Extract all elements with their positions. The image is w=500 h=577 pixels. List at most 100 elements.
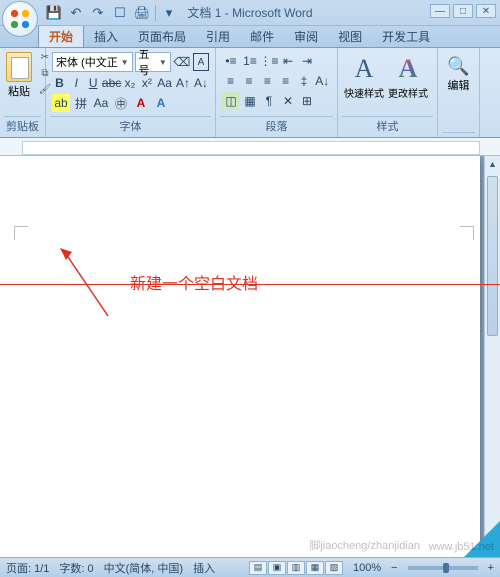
view-print-layout-button[interactable]: ▤ — [249, 561, 267, 575]
status-mode[interactable]: 插入 — [193, 560, 215, 576]
font-size-combo[interactable]: 五号▼ — [135, 52, 171, 72]
highlight-button[interactable]: ab — [52, 94, 70, 112]
qat-redo-icon[interactable]: ↷ — [89, 4, 107, 22]
tab-developer[interactable]: 开发工具 — [372, 25, 440, 47]
quick-styles-icon: A — [355, 54, 374, 84]
maximize-button[interactable]: □ — [453, 4, 473, 18]
styles-group-label: 样式 — [342, 116, 433, 135]
group-paragraph: •≡ 1≡ ⋮≡ ⇤ ⇥ ≡ ≡ ≡ ≡ ‡ A↓ ◫ ▦ ¶ ✕ ⊞ — [216, 48, 338, 137]
enclosed-char-button[interactable]: ㊥ — [112, 94, 130, 112]
quick-styles-label: 快速样式 — [344, 85, 384, 100]
underline-button[interactable]: U — [86, 74, 101, 92]
sort-button[interactable]: A↓ — [314, 72, 331, 90]
watermark-text-2: 脚jiaocheng/zhanjidian — [309, 537, 420, 553]
annotation-text: 新建一个空白文档 — [130, 270, 258, 294]
zoom-slider[interactable] — [408, 566, 478, 570]
line-spacing-button[interactable]: ‡ — [295, 72, 312, 90]
font-group-label: 字体 — [50, 116, 211, 135]
paste-button[interactable]: 粘贴 — [4, 50, 34, 101]
paragraph-group-label: 段落 — [220, 116, 333, 135]
group-clipboard: 粘贴 ✂ ⧉ 🖌 剪贴板 — [0, 48, 46, 137]
superscript-button[interactable]: x² — [139, 74, 154, 92]
page[interactable] — [0, 156, 480, 557]
tab-references[interactable]: 引用 — [196, 25, 240, 47]
editing-button[interactable]: 🔍 编辑 — [442, 50, 475, 93]
tab-mailings[interactable]: 邮件 — [240, 25, 284, 47]
zoom-in-button[interactable]: + — [488, 562, 494, 574]
status-page[interactable]: 页面: 1/1 — [6, 560, 49, 576]
decrease-indent-button[interactable]: ⇤ — [279, 52, 297, 70]
strike-button[interactable]: abc — [103, 74, 121, 92]
close-button[interactable]: ✕ — [476, 4, 496, 18]
asian-layout-button[interactable]: ✕ — [279, 92, 297, 110]
grow-font-button[interactable]: A↑ — [175, 74, 191, 92]
change-styles-icon: A — [399, 54, 418, 84]
multilevel-button[interactable]: ⋮≡ — [260, 52, 278, 70]
bullets-button[interactable]: •≡ — [222, 52, 240, 70]
minimize-button[interactable]: — — [430, 4, 450, 18]
qat-new-icon[interactable]: ☐ — [111, 4, 129, 22]
scroll-thumb[interactable] — [487, 176, 498, 336]
watermark-text: www.jb51.net — [429, 541, 494, 553]
change-styles-button[interactable]: A 更改样式 — [388, 54, 428, 100]
change-styles-label: 更改样式 — [388, 85, 428, 100]
paste-label: 粘贴 — [8, 83, 30, 99]
office-button[interactable] — [2, 1, 38, 37]
clipboard-group-label: 剪贴板 — [4, 116, 41, 135]
shrink-font-button[interactable]: A↓ — [193, 74, 209, 92]
text-effects-button[interactable]: A — [152, 94, 170, 112]
qat-undo-icon[interactable]: ↶ — [67, 4, 85, 22]
find-icon: 🔍 — [447, 56, 469, 77]
font-color-button[interactable]: A — [132, 94, 150, 112]
view-web-button[interactable]: ▥ — [287, 561, 305, 575]
increase-indent-button[interactable]: ⇥ — [298, 52, 316, 70]
editing-group-label — [442, 132, 475, 135]
view-draft-button[interactable]: ▧ — [325, 561, 343, 575]
margin-marker-tl — [14, 226, 28, 240]
numbering-button[interactable]: 1≡ — [241, 52, 259, 70]
group-font: 宋体 (中文正▼ 五号▼ ⌫ A B I U abc x₂ x² Aa A↑ A… — [46, 48, 216, 137]
align-right-button[interactable]: ≡ — [259, 72, 276, 90]
italic-button[interactable]: I — [69, 74, 84, 92]
zoom-out-button[interactable]: − — [391, 562, 397, 574]
justify-button[interactable]: ≡ — [277, 72, 294, 90]
change-case-button[interactable]: Aa — [156, 74, 173, 92]
window-title: 文档 1 - Microsoft Word — [187, 4, 312, 21]
align-left-button[interactable]: ≡ — [222, 72, 239, 90]
qat-save-icon[interactable]: 💾 — [45, 4, 63, 22]
qat-print-icon[interactable]: 🖨 — [133, 4, 151, 22]
shading-button[interactable]: ◫ — [222, 92, 240, 110]
font-name-combo[interactable]: 宋体 (中文正▼ — [52, 52, 133, 72]
show-marks-button[interactable]: ¶ — [260, 92, 278, 110]
status-language[interactable]: 中文(简体, 中国) — [104, 560, 183, 576]
align-center-button[interactable]: ≡ — [240, 72, 257, 90]
phonetic-button[interactable]: 拼 — [72, 94, 90, 112]
zoom-level[interactable]: 100% — [353, 562, 381, 574]
bold-button[interactable]: B — [52, 74, 67, 92]
tab-review[interactable]: 审阅 — [284, 25, 328, 47]
scroll-up-button[interactable]: ▲ — [485, 156, 500, 172]
group-styles: A 快速样式 A 更改样式 样式 — [338, 48, 438, 137]
char-shading-button[interactable]: Aa — [92, 94, 110, 112]
quick-styles-button[interactable]: A 快速样式 — [344, 54, 384, 100]
view-outline-button[interactable]: ▦ — [306, 561, 324, 575]
status-words[interactable]: 字数: 0 — [59, 560, 93, 576]
horizontal-ruler[interactable] — [0, 138, 500, 156]
tab-page-layout[interactable]: 页面布局 — [128, 25, 196, 47]
borders-button[interactable]: ▦ — [241, 92, 259, 110]
qat-separator — [155, 5, 156, 21]
view-full-screen-button[interactable]: ▣ — [268, 561, 286, 575]
snap-grid-button[interactable]: ⊞ — [298, 92, 316, 110]
document-area — [0, 156, 500, 557]
qat-customize-icon[interactable]: ▾ — [160, 4, 178, 22]
paste-icon — [6, 52, 32, 82]
tab-insert[interactable]: 插入 — [84, 25, 128, 47]
clear-format-button[interactable]: ⌫ — [173, 53, 191, 71]
tab-home[interactable]: 开始 — [38, 24, 84, 47]
group-editing: 🔍 编辑 — [438, 48, 480, 137]
vertical-scrollbar[interactable]: ▲ ▼ — [484, 156, 500, 557]
subscript-button[interactable]: x₂ — [123, 74, 138, 92]
editing-label: 编辑 — [448, 77, 470, 93]
tab-view[interactable]: 视图 — [328, 25, 372, 47]
char-border-button[interactable]: A — [193, 53, 209, 71]
